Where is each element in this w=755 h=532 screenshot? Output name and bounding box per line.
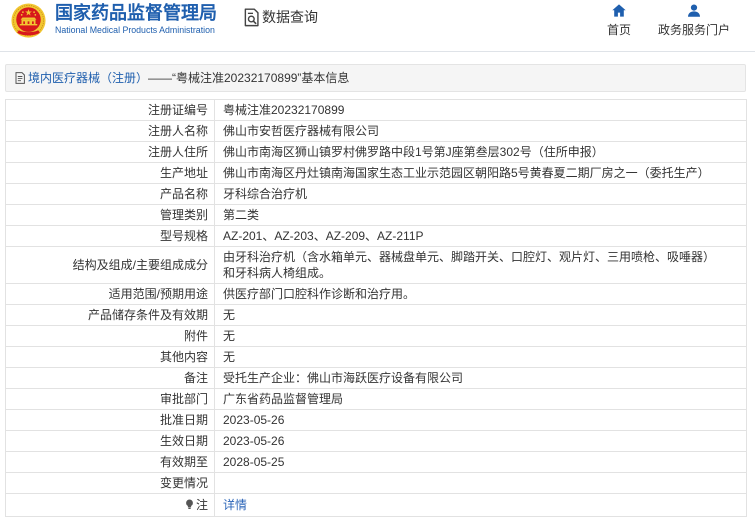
expiry-date-value: 2028-05-25	[214, 451, 747, 473]
breadcrumb: 境内医疗器械（注册）——“粤械注准20232170899”基本信息	[5, 64, 746, 92]
nav-home-link[interactable]: 首页	[603, 3, 635, 39]
site-header: 国家药品监督管理局 National Medical Products Admi…	[0, 0, 755, 52]
model-spec-value: AZ-201、AZ-203、AZ-209、AZ-211P	[214, 225, 747, 247]
accessories-row: 附件 无	[5, 325, 747, 347]
model-spec-label: 型号规格	[5, 225, 215, 247]
other-content-row: 其他内容 无	[5, 346, 747, 368]
management-class-value: 第二类	[214, 204, 747, 226]
registration-number-value: 粤械注准20232170899	[214, 99, 747, 121]
home-icon	[612, 4, 626, 17]
registration-number-label: 注册证编号	[5, 99, 215, 121]
remarks-row: 备注 受托生产企业：佛山市海跃医疗设备有限公司	[5, 367, 747, 389]
section-title: 数据查询	[262, 9, 318, 25]
org-name-cn: 国家药品监督管理局	[55, 3, 217, 23]
management-class-label: 管理类别	[5, 204, 215, 226]
structure-composition-label: 结构及组成/主要组成成分	[5, 246, 215, 284]
structure-composition-value: 由牙科治疗机（含水箱单元、器械盘单元、脚踏开关、口腔灯、观片灯、三用喷枪、吸唾器…	[214, 246, 747, 284]
brand-home-link[interactable]: 国家药品监督管理局 National Medical Products Admi…	[10, 2, 222, 42]
note-value-cell: 详情	[214, 493, 747, 517]
expiry-date-label: 有效期至	[5, 451, 215, 473]
intended-use-value: 供医疗部门口腔科作诊断和治疗用。	[214, 283, 747, 305]
intended-use-row: 适用范围/预期用途 供医疗部门口腔科作诊断和治疗用。	[5, 283, 747, 305]
registrant-address-value: 佛山市南海区狮山镇罗村佛罗路中段1号第J座第叁层302号（住所申报）	[214, 141, 747, 163]
org-name-en: National Medical Products Administration	[55, 25, 215, 35]
nav-service-portal-link[interactable]: 政务服务门户	[655, 3, 733, 39]
other-content-label: 其他内容	[5, 346, 215, 368]
product-name-value: 牙科综合治疗机	[214, 183, 747, 205]
change-history-label: 变更情况	[5, 472, 215, 494]
production-address-row: 生产地址 佛山市南海区丹灶镇南海国家生态工业示范园区朝阳路5号黄春夏二期厂房之一…	[5, 162, 747, 184]
breadcrumb-suffix: 基本信息	[301, 71, 350, 85]
bulb-icon	[185, 499, 194, 510]
effective-date-label: 生效日期	[5, 430, 215, 452]
accessories-value: 无	[214, 325, 747, 347]
model-spec-row: 型号规格 AZ-201、AZ-203、AZ-209、AZ-211P	[5, 225, 747, 247]
registrant-name-label: 注册人名称	[5, 120, 215, 142]
approval-authority-label: 审批部门	[5, 388, 215, 410]
storage-conditions-row: 产品储存条件及有效期 无	[5, 304, 747, 326]
registrant-address-label: 注册人住所	[5, 141, 215, 163]
registrant-name-value: 佛山市安哲医疗器械有限公司	[214, 120, 747, 142]
national-emblem-logo	[11, 3, 46, 38]
data-query-section: 数据查询	[243, 7, 333, 29]
document-icon	[15, 72, 25, 84]
breadcrumb-record-number: “粤械注准20232170899”	[172, 71, 302, 85]
product-name-label: 产品名称	[5, 183, 215, 205]
data-query-icon	[243, 8, 260, 27]
user-icon	[687, 4, 701, 17]
approval-date-label: 批准日期	[5, 409, 215, 431]
detail-table: 注册证编号 粤械注准20232170899 注册人名称 佛山市安哲医疗器械有限公…	[5, 99, 747, 517]
other-content-value: 无	[214, 346, 747, 368]
effective-date-row: 生效日期 2023-05-26	[5, 430, 747, 452]
change-history-row: 变更情况	[5, 472, 747, 494]
effective-date-value: 2023-05-26	[214, 430, 747, 452]
approval-authority-value: 广东省药品监督管理局	[214, 388, 747, 410]
expiry-date-row: 有效期至 2028-05-25	[5, 451, 747, 473]
registrant-name-row: 注册人名称 佛山市安哲医疗器械有限公司	[5, 120, 747, 142]
production-address-value: 佛山市南海区丹灶镇南海国家生态工业示范园区朝阳路5号黄春夏二期厂房之一（委托生产…	[214, 162, 747, 184]
structure-composition-row: 结构及组成/主要组成成分 由牙科治疗机（含水箱单元、器械盘单元、脚踏开关、口腔灯…	[5, 246, 747, 284]
details-link[interactable]: 详情	[223, 498, 247, 512]
approval-date-value: 2023-05-26	[214, 409, 747, 431]
breadcrumb-category-link[interactable]: 境内医疗器械（注册）	[28, 71, 148, 85]
registrant-address-row: 注册人住所 佛山市南海区狮山镇罗村佛罗路中段1号第J座第叁层302号（住所申报）	[5, 141, 747, 163]
note-label-cell: 注	[5, 493, 215, 517]
intended-use-label: 适用范围/预期用途	[5, 283, 215, 305]
storage-conditions-label: 产品储存条件及有效期	[5, 304, 215, 326]
change-history-value	[214, 472, 747, 494]
registration-number-row: 注册证编号 粤械注准20232170899	[5, 99, 747, 121]
remarks-value: 受托生产企业：佛山市海跃医疗设备有限公司	[214, 367, 747, 389]
accessories-label: 附件	[5, 325, 215, 347]
approval-date-row: 批准日期 2023-05-26	[5, 409, 747, 431]
product-name-row: 产品名称 牙科综合治疗机	[5, 183, 747, 205]
breadcrumb-text: 境内医疗器械（注册）——“粤械注准20232170899”基本信息	[28, 65, 349, 91]
approval-authority-row: 审批部门 广东省药品监督管理局	[5, 388, 747, 410]
note-row: 注 详情	[5, 493, 747, 517]
remarks-label: 备注	[5, 367, 215, 389]
management-class-row: 管理类别 第二类	[5, 204, 747, 226]
note-label: 注	[195, 498, 208, 512]
nav-home-label: 首页	[606, 23, 631, 37]
storage-conditions-value: 无	[214, 304, 747, 326]
breadcrumb-separator: ——	[148, 71, 173, 85]
production-address-label: 生产地址	[5, 162, 215, 184]
nav-service-portal-label: 政务服务门户	[657, 23, 730, 37]
